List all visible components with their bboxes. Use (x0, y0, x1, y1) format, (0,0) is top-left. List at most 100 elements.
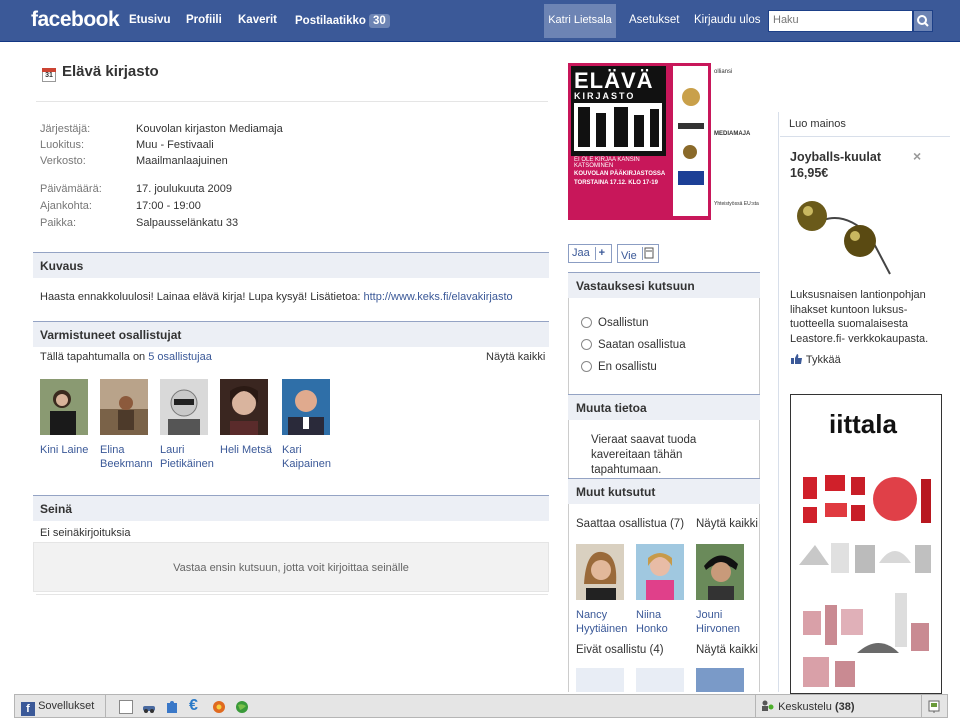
chat-button[interactable]: Keskustelu (38) (761, 695, 855, 717)
friend-card[interactable]: Jouni Hirvonen (696, 544, 752, 636)
friend-name[interactable]: Lauri Pietikäinen (160, 443, 216, 471)
nav-logout[interactable]: Kirjaudu ulos (694, 14, 760, 26)
calendar-export-icon (641, 247, 655, 260)
euro-icon[interactable]: € (189, 697, 203, 714)
friend-photo[interactable] (282, 379, 330, 435)
search-button[interactable] (913, 10, 933, 32)
friend-card[interactable]: Kini Laine (40, 379, 96, 457)
divider (780, 136, 950, 137)
friend-photo[interactable] (40, 379, 88, 435)
info-value-network: Maailmanlaajuinen (136, 155, 228, 167)
friend-card[interactable]: Niina Honko (636, 544, 692, 636)
nav-inbox[interactable]: Postilaatikko 30 (295, 14, 390, 28)
friend-photo[interactable] (160, 379, 208, 435)
divider (921, 695, 922, 717)
nav-home[interactable]: Etusivu (129, 14, 171, 26)
share-button[interactable]: Jaa + (568, 244, 612, 263)
friend-photo[interactable] (220, 379, 268, 435)
car-icon[interactable] (142, 700, 156, 714)
nav-user-name[interactable]: Katri Lietsala (544, 4, 616, 38)
friend-card[interactable]: Lauri Pietikäinen (160, 379, 216, 471)
iittala-products-image (799, 475, 931, 687)
notifications-icon[interactable] (927, 699, 941, 713)
ad-close-icon[interactable]: × (913, 148, 921, 164)
rsvp-option-maybe[interactable]: Saatan osallistua (581, 339, 686, 351)
friend-card[interactable]: Heli Metsä (220, 379, 276, 457)
ads-divider (778, 112, 779, 692)
friend-photo[interactable] (100, 379, 148, 435)
friend-name[interactable]: Nancy Hyytiäinen (576, 608, 632, 636)
chat-count: (38) (834, 701, 855, 713)
description-link[interactable]: http://www.keks.fi/elavakirjasto (363, 291, 512, 303)
divider (105, 695, 106, 717)
friend-photo-placeholder[interactable] (636, 668, 684, 692)
friend-photo[interactable] (696, 544, 744, 600)
applications-menu[interactable]: f Sovellukset (21, 695, 94, 717)
nav-friends[interactable]: Kaverit (238, 14, 277, 26)
other-info-heading: Muuta tietoa (568, 394, 760, 420)
friend-name[interactable]: Jouni Hirvonen (696, 608, 752, 636)
friend-card[interactable]: Nancy Hyytiäinen (576, 544, 632, 636)
ad-body: Luksusnaisen lantionpohjan lihakset kunt… (790, 289, 929, 345)
maybe-label: Saattaa osallistua (7) (576, 518, 685, 530)
friend-name[interactable]: Kari Kaipainen (282, 443, 338, 471)
friend-name[interactable]: Elina Beekmann (100, 443, 156, 471)
radio-button[interactable] (581, 361, 592, 372)
confirmed-see-all-link[interactable]: Näytä kaikki (486, 351, 545, 363)
create-ad-link[interactable]: Luo mainos (789, 118, 846, 130)
event-poster[interactable]: ELÄVÄ KIRJASTO EI OLE KIRJAA KANSIN KATS… (568, 63, 759, 220)
friend-card[interactable]: Elina Beekmann (100, 379, 156, 471)
nav-settings[interactable]: Asetukset (629, 14, 680, 26)
globe-icon[interactable] (235, 700, 249, 714)
description-text: Haasta ennakkoluulosi! Lainaa elävä kirj… (40, 291, 513, 303)
confirmed-summary-text: Tällä tapahtumalla on (40, 351, 149, 363)
radio-button[interactable] (581, 317, 592, 328)
share-label: Jaa (572, 247, 590, 259)
info-label-network: Verkosto: (40, 155, 86, 167)
ad-like-button[interactable]: Tykkää (790, 353, 841, 366)
rsvp-option-attending[interactable]: Osallistun (581, 317, 649, 329)
iittala-ad[interactable]: iittala (790, 394, 942, 694)
description-body: Haasta ennakkoluulosi! Lainaa elävä kirj… (40, 291, 364, 303)
ad-title[interactable]: Joyballs-kuulat 16,95€ (790, 149, 900, 181)
export-button[interactable]: Vie (617, 244, 659, 263)
radio-button[interactable] (581, 339, 592, 350)
info-label-place: Paikka: (40, 217, 77, 229)
notes-icon[interactable] (119, 700, 133, 714)
info-label-organizer: Järjestäjä: (40, 123, 91, 135)
poster-subtitle: KIRJASTO (574, 91, 636, 101)
friend-photo[interactable] (696, 668, 744, 692)
info-value-organizer[interactable]: Kouvolan kirjaston Mediamaja (136, 123, 283, 135)
info-value-category[interactable]: Muu - Festivaali (136, 139, 214, 151)
friend-photo[interactable] (576, 544, 624, 600)
maybe-see-all-link[interactable]: Näytä kaikki (696, 518, 758, 530)
facebook-logo[interactable]: facebook (31, 8, 120, 32)
friend-card[interactable]: Kari Kaipainen (282, 379, 338, 471)
confirmed-heading: Varmistuneet osallistujat (33, 321, 549, 347)
calendar-icon: 31 (42, 68, 56, 82)
friend-name[interactable]: Niina Honko (636, 608, 692, 636)
poster-logo-olliansi: olliansi (714, 69, 733, 75)
facebook-icon: f (21, 702, 35, 716)
flower-icon[interactable] (212, 700, 226, 714)
puzzle-icon[interactable] (165, 700, 179, 714)
friend-name[interactable]: Kini Laine (40, 443, 96, 457)
declined-label: Eivät osallistu (4) (576, 644, 664, 656)
inbox-count-badge: 30 (368, 14, 390, 28)
chat-bar: f Sovellukset € Keskustelu (38) (14, 694, 948, 718)
info-label-time: Ajankohta: (40, 200, 92, 212)
description-heading: Kuvaus (33, 252, 549, 278)
declined-see-all-link[interactable]: Näytä kaikki (696, 644, 758, 656)
ad-image[interactable] (790, 186, 895, 276)
friend-name[interactable]: Heli Metsä (220, 443, 276, 457)
confirmed-count-link[interactable]: 5 osallistujaa (148, 351, 212, 363)
friend-photo-placeholder[interactable] (576, 668, 624, 692)
rsvp-option-declined[interactable]: En osallistu (581, 361, 657, 373)
nav-profile[interactable]: Profiili (186, 14, 222, 26)
info-value-date: 17. joulukuuta 2009 (136, 183, 233, 195)
search-input[interactable]: Haku (768, 10, 913, 32)
poster-tagline: EI OLE KIRJAA KANSIN KATSOMINEN (574, 157, 640, 169)
friend-photo[interactable] (636, 544, 684, 600)
rsvp-heading: Vastauksesi kutsuun (568, 272, 760, 298)
wall-heading: Seinä (33, 495, 549, 521)
